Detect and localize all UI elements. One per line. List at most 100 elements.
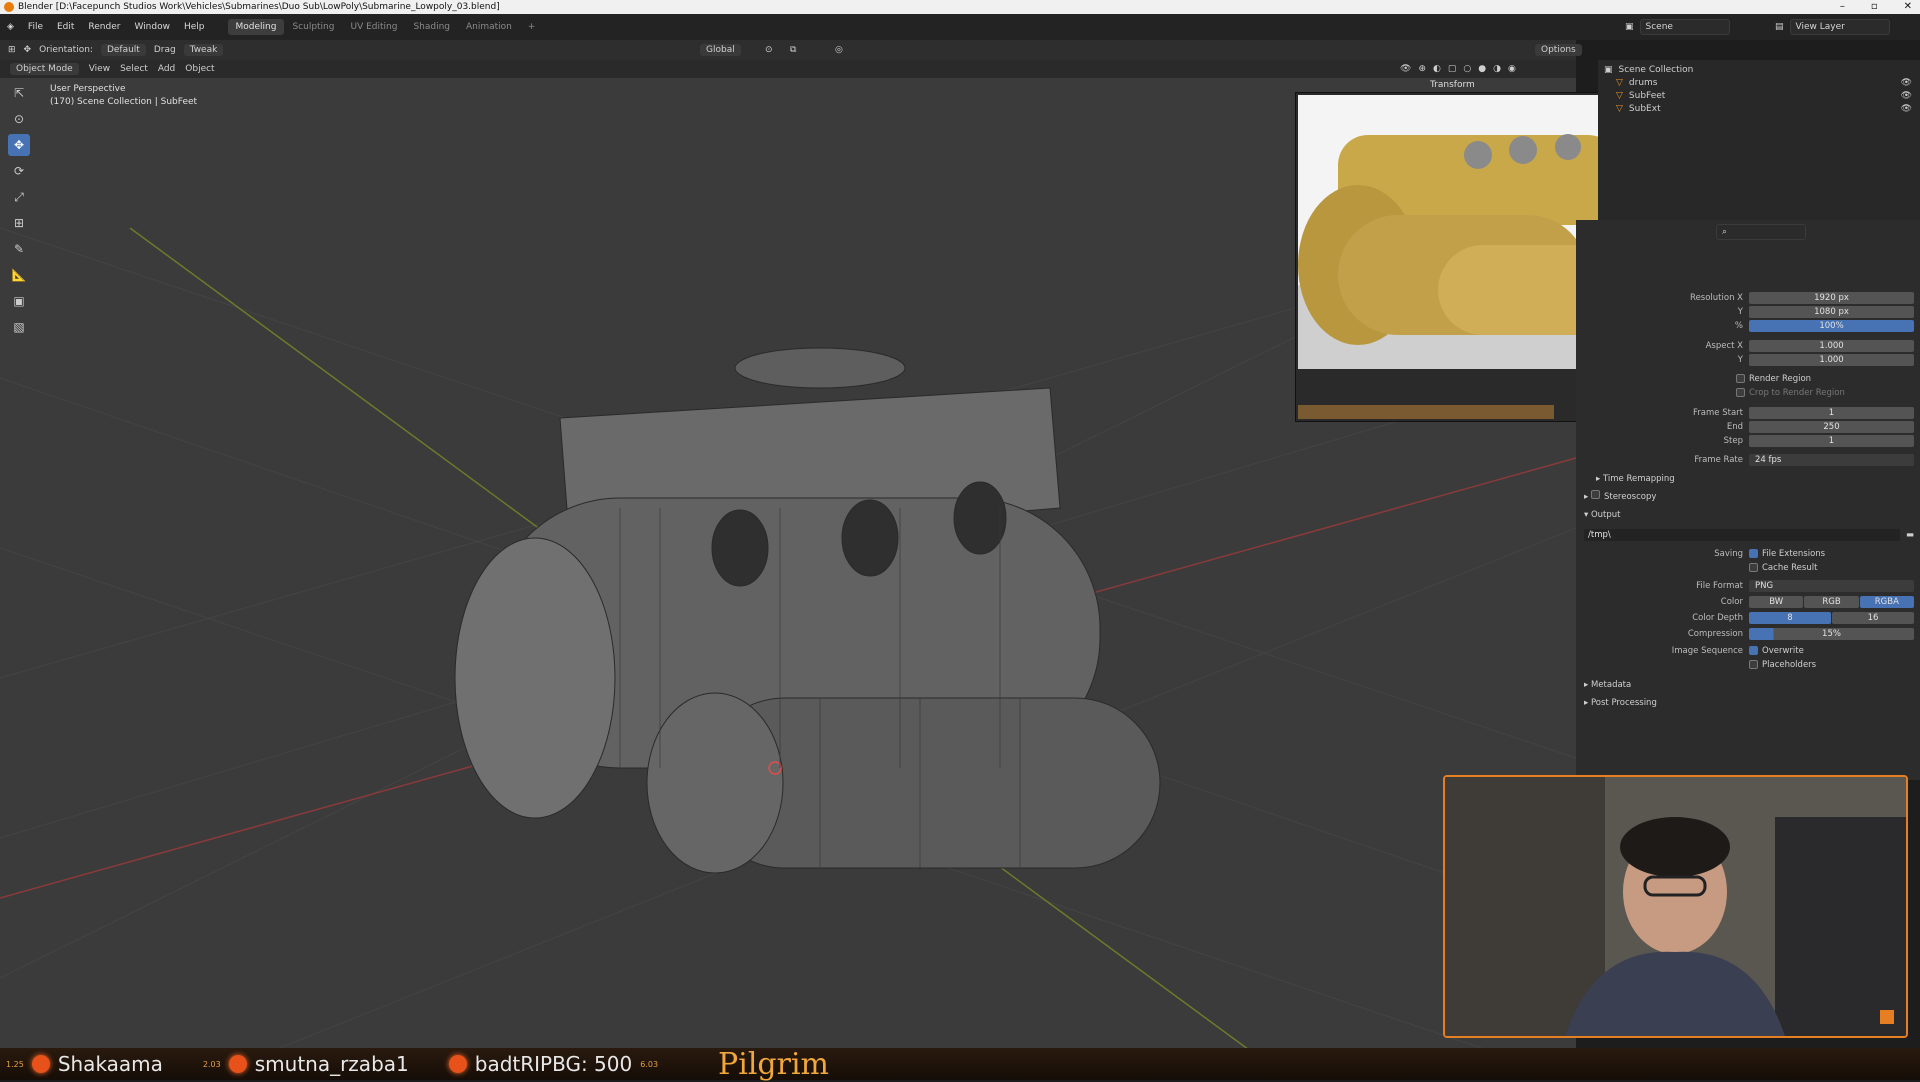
transform-orientation-dropdown[interactable]: Global (700, 44, 741, 56)
resolution-percent-slider[interactable]: 100% (1749, 319, 1914, 332)
menu-add[interactable]: Add (158, 64, 175, 74)
file-extensions-checkbox[interactable] (1749, 549, 1758, 558)
overlay-icon[interactable]: ◐ (1433, 64, 1441, 74)
shading-rendered-icon[interactable]: ◉ (1508, 64, 1516, 74)
menu-select[interactable]: Select (120, 64, 148, 74)
eye-icon[interactable]: 👁 (1901, 77, 1912, 90)
menu-edit[interactable]: Edit (50, 22, 81, 32)
view-layer-selector[interactable]: View Layer (1789, 19, 1890, 35)
rotate-tool-icon[interactable]: ⟳ (8, 160, 30, 182)
transform-panel-label[interactable]: Transform (1430, 80, 1475, 90)
output-section[interactable]: ▾ Output (1576, 508, 1920, 522)
add-workspace-button[interactable]: + (520, 19, 544, 35)
resolution-y-label: Y (1737, 306, 1743, 317)
snap-icon[interactable]: ⧉ (790, 45, 796, 55)
scale-tool-icon[interactable]: ⤢ (8, 186, 30, 208)
folder-icon[interactable]: ▬ (1906, 530, 1914, 540)
post-processing-label: Post Processing (1590, 698, 1657, 708)
minimize-icon[interactable]: – (1840, 0, 1845, 14)
gizmo-icon[interactable]: ⊕ (1418, 64, 1426, 74)
stereoscopy-section[interactable]: ▸ Stereoscopy (1576, 490, 1920, 504)
frame-rate-dropdown[interactable]: 24 fps (1749, 453, 1914, 466)
outliner-root[interactable]: ▣ Scene Collection (1598, 64, 1920, 77)
compression-slider[interactable]: 15% (1749, 627, 1914, 640)
shading-wireframe-icon[interactable]: ○ (1463, 64, 1471, 74)
render-region-row[interactable]: Render Region (1576, 372, 1920, 385)
post-processing-section[interactable]: ▸ Post Processing (1576, 696, 1920, 710)
orientation-label: Orientation: (39, 45, 93, 55)
depth-16-button[interactable]: 16 (1832, 611, 1914, 624)
render-region-checkbox[interactable] (1736, 374, 1745, 383)
overwrite-checkbox[interactable] (1749, 646, 1758, 655)
properties-search[interactable]: ⌕ (1716, 224, 1806, 240)
pivot-icon[interactable]: ⊙ (765, 45, 773, 55)
frame-start-field[interactable]: 1 (1749, 406, 1914, 419)
menu-help[interactable]: Help (177, 22, 212, 32)
blender-menu-icon[interactable]: ◈ (0, 22, 21, 32)
time-remapping-section[interactable]: ▸ Time Remapping (1576, 472, 1920, 486)
eye-icon[interactable]: 👁 (1901, 90, 1912, 103)
output-path-field[interactable]: /tmp\ (1584, 528, 1900, 541)
aspect-x-field[interactable]: 1.000 (1749, 339, 1914, 352)
frame-step-field[interactable]: 1 (1749, 434, 1914, 447)
ticker-item: 1.25 Shakaama (6, 1052, 163, 1076)
measure-tool-icon[interactable]: 📐 (8, 264, 30, 286)
resolution-y-field[interactable]: 1080 px (1749, 305, 1914, 318)
tab-uv-editing[interactable]: UV Editing (342, 19, 405, 35)
transform-tool-icon[interactable]: ⊞ (8, 212, 30, 234)
file-format-dropdown[interactable]: PNG (1749, 579, 1914, 592)
mode-dropdown[interactable]: Object Mode (10, 63, 79, 75)
resolution-x-row: Resolution X 1920 px (1576, 291, 1920, 304)
cache-result-checkbox[interactable] (1749, 563, 1758, 572)
scene-selector[interactable]: Scene (1639, 19, 1730, 35)
depth-8-button[interactable]: 8 (1749, 611, 1831, 624)
extra-tool-icon[interactable]: ▧ (8, 316, 30, 338)
menu-window[interactable]: Window (127, 22, 177, 32)
shading-solid-icon[interactable]: ● (1478, 64, 1486, 74)
shading-material-icon[interactable]: ◑ (1493, 64, 1501, 74)
color-rgba-button[interactable]: RGBA (1859, 595, 1914, 608)
resolution-x-field[interactable]: 1920 px (1749, 291, 1914, 304)
drag-dropdown[interactable]: Tweak (183, 44, 224, 56)
cache-result-label: Cache Result (1762, 562, 1818, 573)
editor-type-icon[interactable]: ⊞ (8, 45, 16, 55)
frame-end-field[interactable]: 250 (1749, 420, 1914, 433)
menu-render[interactable]: Render (81, 22, 127, 32)
placeholders-checkbox[interactable] (1749, 660, 1758, 669)
xray-icon[interactable]: ▢ (1448, 64, 1457, 74)
tab-sculpting[interactable]: Sculpting (284, 19, 342, 35)
color-bw-button[interactable]: BW (1749, 595, 1804, 608)
frame-end-label: End (1726, 421, 1743, 432)
aspect-y-field[interactable]: 1.000 (1749, 353, 1914, 366)
color-rgb-button[interactable]: RGB (1804, 595, 1859, 608)
move-tool-button-icon[interactable]: ✥ (8, 134, 30, 156)
cursor-tool-icon[interactable]: ⊙ (8, 108, 30, 130)
menu-file[interactable]: File (21, 22, 50, 32)
outliner-item-drums[interactable]: ▽ drums 👁 (1598, 77, 1920, 90)
stereoscopy-checkbox[interactable] (1590, 490, 1600, 499)
options-dropdown[interactable]: Options (1535, 44, 1582, 56)
orientation-dropdown[interactable]: Default (100, 44, 146, 56)
crop-region-row[interactable]: Crop to Render Region (1576, 386, 1920, 399)
menu-view[interactable]: View (89, 64, 110, 74)
perspective-label: User Perspective (50, 84, 126, 94)
tab-modeling[interactable]: Modeling (227, 19, 285, 35)
add-cube-tool-icon[interactable]: ▣ (8, 290, 30, 312)
proportional-edit-icon[interactable]: ◎ (835, 45, 843, 55)
frame-step-row: Step 1 (1576, 434, 1920, 447)
select-tool-icon[interactable]: ⇱ (8, 82, 30, 104)
maximize-icon[interactable]: ▫ (1871, 0, 1878, 14)
outliner-item-subext[interactable]: ▽ SubExt 👁 (1598, 103, 1920, 116)
metadata-section[interactable]: ▸ Metadata (1576, 678, 1920, 692)
crop-region-checkbox[interactable] (1736, 388, 1745, 397)
menu-object[interactable]: Object (185, 64, 214, 74)
outliner-item-subfeet[interactable]: ▽ SubFeet 👁 (1598, 90, 1920, 103)
move-tool-icon[interactable]: ✥ (24, 45, 32, 55)
tab-shading[interactable]: Shading (405, 19, 458, 35)
close-icon[interactable]: ✕ (1904, 0, 1912, 14)
tab-animation[interactable]: Animation (458, 19, 520, 35)
visibility-icon[interactable]: 👁 (1400, 64, 1411, 74)
eye-icon[interactable]: 👁 (1901, 103, 1912, 116)
annotate-tool-icon[interactable]: ✎ (8, 238, 30, 260)
render-region-label: Render Region (1749, 373, 1812, 384)
